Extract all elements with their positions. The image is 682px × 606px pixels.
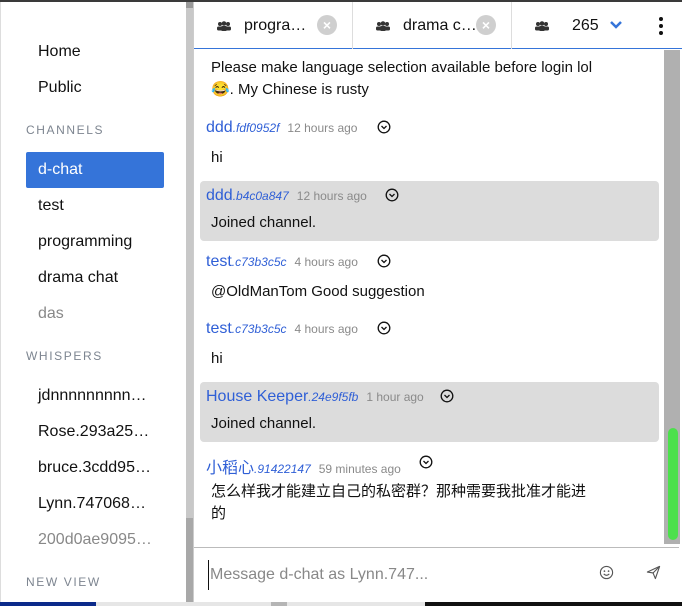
group-icon	[217, 20, 231, 31]
message-body: hi	[211, 149, 223, 166]
send-icon[interactable]	[646, 565, 661, 580]
new-view-heading[interactable]: NEW VIEW	[26, 575, 101, 589]
sidebar-scroll-thumb[interactable]	[186, 518, 193, 602]
channel-item-programming[interactable]: programming	[26, 224, 164, 260]
message-header: ddd.fdf0952f 12 hours ago	[206, 119, 357, 137]
close-tab-icon[interactable]: ×	[317, 15, 337, 35]
tab-label: progra…	[244, 16, 307, 34]
whisper-item[interactable]: 200d0ae9095…	[26, 522, 164, 558]
sidebar-scrollbar[interactable]	[186, 2, 193, 602]
message-header: House Keeper.24e9f5fb 1 hour ago	[206, 388, 424, 406]
sidebar-scroll-cap	[186, 2, 193, 8]
whispers-heading: WHISPERS	[26, 349, 103, 363]
group-icon	[535, 20, 549, 31]
message-item-system: House Keeper.24e9f5fb 1 hour ago Joined c…	[200, 382, 659, 442]
taskbar-segment	[425, 602, 682, 606]
close-tab-icon[interactable]: ×	[476, 15, 496, 35]
message-input[interactable]	[208, 560, 568, 590]
message-username[interactable]: ddd	[206, 119, 233, 136]
channel-item-test[interactable]: test	[26, 188, 164, 224]
sidebar: Home Public CHANNELS d-chat test program…	[0, 2, 186, 602]
message-body: Joined channel.	[211, 214, 317, 231]
message-body: @OldManTom Good suggestion	[211, 283, 425, 300]
message-user-id[interactable]: .c73b3c5c	[232, 255, 287, 269]
channel-item-das[interactable]: das	[26, 296, 164, 332]
message-options-icon[interactable]	[377, 120, 391, 134]
message-item: Please make language selection available…	[200, 50, 659, 110]
message-scrollbar[interactable]	[664, 50, 680, 544]
channel-item-d-chat[interactable]: d-chat	[26, 152, 164, 188]
message-options-icon[interactable]	[377, 321, 391, 335]
message-user-id[interactable]: .24e9f5fb	[308, 390, 358, 404]
tab-bar: progra… × drama c… × 265	[194, 2, 682, 49]
more-options-icon[interactable]	[659, 17, 663, 35]
message-header: ddd.b4c0a847 12 hours ago	[206, 187, 367, 205]
nav-home[interactable]: Home	[38, 43, 81, 61]
nav-public[interactable]: Public	[38, 79, 82, 97]
message-options-icon[interactable]	[440, 389, 454, 403]
message-body: 怎么样我才能建立自己的私密群？那种需要我批准才能进的	[211, 483, 587, 522]
message-username[interactable]: test	[206, 320, 232, 337]
horizontal-scroll-thumb[interactable]	[271, 602, 287, 606]
message-time: 59 minutes ago	[318, 462, 401, 476]
emoji-icon[interactable]	[599, 565, 614, 580]
message-time: 1 hour ago	[366, 390, 424, 404]
message-item-system: ddd.b4c0a847 12 hours ago Joined channel.	[200, 181, 659, 241]
tab-drama-chat[interactable]: drama c… ×	[353, 2, 512, 49]
message-item: test.c73b3c5c 4 hours ago hi	[200, 314, 659, 378]
message-item: test.c73b3c5c 4 hours ago @OldManTom Good…	[200, 247, 659, 311]
message-username[interactable]: 小稻心	[206, 460, 254, 477]
message-options-icon[interactable]	[385, 188, 399, 202]
tab-programming[interactable]: progra… ×	[194, 2, 353, 49]
message-user-id[interactable]: .91422147	[254, 462, 311, 476]
message-body: Joined channel.	[211, 415, 317, 432]
message-composer	[194, 547, 679, 602]
message-header: 小稻心.91422147 59 minutes ago	[206, 454, 401, 478]
channels-heading: CHANNELS	[26, 123, 105, 137]
group-icon	[376, 20, 390, 31]
message-scroll-thumb[interactable]	[668, 428, 678, 540]
message-options-icon[interactable]	[377, 254, 391, 268]
message-time: 4 hours ago	[294, 322, 358, 336]
message-user-id[interactable]: .fdf0952f	[233, 121, 280, 135]
taskbar-segment	[0, 602, 96, 606]
message-username[interactable]: test	[206, 253, 232, 270]
message-item: 小稻心.91422147 59 minutes ago 怎么样我才能建立自己的私密…	[200, 448, 659, 538]
whisper-item[interactable]: Rose.293a25…	[26, 414, 164, 450]
message-body: Please make language selection available…	[211, 59, 593, 98]
message-time: 4 hours ago	[294, 255, 358, 269]
message-options-icon[interactable]	[419, 455, 433, 469]
whisper-item[interactable]: jdnnnnnnnnn…	[26, 378, 164, 414]
message-body: hi	[211, 350, 223, 367]
chat-panel: progra… × drama c… × 265 Please make lan…	[193, 2, 682, 602]
message-list: Please make language selection available…	[194, 50, 662, 544]
message-item: ddd.fdf0952f 12 hours ago hi	[200, 113, 659, 177]
message-username[interactable]: ddd	[206, 187, 233, 204]
channel-item-drama-chat[interactable]: drama chat	[26, 260, 164, 296]
message-time: 12 hours ago	[296, 189, 367, 203]
app-window: Home Public CHANNELS d-chat test program…	[0, 0, 682, 606]
tab-count: 265	[572, 16, 599, 34]
message-user-id[interactable]: .b4c0a847	[233, 189, 289, 203]
chevron-down-icon[interactable]	[610, 20, 622, 30]
message-header: test.c73b3c5c 4 hours ago	[206, 320, 358, 338]
tab-label: drama c…	[403, 16, 477, 34]
message-username[interactable]: House Keeper	[206, 388, 308, 405]
message-user-id[interactable]: .c73b3c5c	[232, 322, 287, 336]
whisper-item[interactable]: Lynn.747068…	[26, 486, 164, 522]
taskbar-strip	[0, 602, 682, 606]
message-header: test.c73b3c5c 4 hours ago	[206, 253, 358, 271]
message-time: 12 hours ago	[287, 121, 358, 135]
whisper-item[interactable]: bruce.3cdd95…	[26, 450, 164, 486]
tab-overflow[interactable]: 265	[512, 2, 642, 49]
